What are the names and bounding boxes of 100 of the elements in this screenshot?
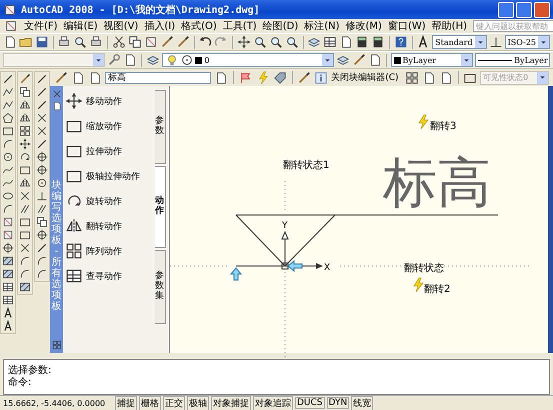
target-icon[interactable] [2, 242, 14, 254]
dimension-style-dropdown[interactable]: ISO-25 [504, 35, 550, 49]
polyline-icon[interactable] [2, 86, 14, 98]
target-icon[interactable] [36, 151, 48, 163]
palette-item[interactable]: 查寻动作 [65, 267, 153, 285]
menu-item[interactable]: 窗口(W) [388, 19, 426, 33]
rectangle-icon[interactable] [19, 164, 31, 176]
line-icon[interactable] [2, 73, 14, 85]
vertical-scrollbar[interactable] [548, 86, 553, 353]
save-icon[interactable] [35, 35, 49, 49]
hatch-icon[interactable] [19, 281, 31, 293]
brush-icon[interactable] [54, 70, 68, 84]
help-icon[interactable] [394, 35, 408, 49]
color-dropdown[interactable]: ByLayer [390, 53, 474, 67]
parallel-icon[interactable] [19, 203, 31, 215]
options-icon[interactable] [52, 340, 62, 350]
palette-tab[interactable]: 参数集 [155, 250, 166, 324]
grid-icon[interactable] [19, 125, 31, 137]
cross-icon[interactable] [36, 112, 48, 124]
palette-item[interactable]: 极轴拉伸动作 [65, 167, 153, 185]
line-icon[interactable] [36, 86, 48, 98]
layers-icon[interactable] [146, 53, 160, 67]
print-icon[interactable] [57, 35, 72, 49]
mirror-icon[interactable] [19, 99, 31, 111]
cross-icon[interactable] [19, 242, 31, 254]
help-search-field[interactable]: 键入问题以获取帮助 [473, 20, 553, 32]
menu-item[interactable]: 视图(V) [104, 19, 138, 33]
folder-icon[interactable] [19, 35, 33, 49]
rectangle-icon[interactable] [2, 125, 14, 137]
palette-item[interactable]: 拉伸动作 [65, 142, 153, 160]
layers-icon[interactable] [336, 53, 350, 67]
circle-icon[interactable] [2, 151, 14, 163]
minimize-button[interactable] [498, 2, 514, 18]
calculator-icon[interactable] [355, 35, 370, 49]
line-icon[interactable] [36, 242, 48, 254]
polygon-icon[interactable] [2, 112, 14, 124]
dimension-style-icon[interactable] [488, 35, 503, 49]
menu-item[interactable]: 帮助(H) [432, 19, 467, 33]
status-toggle-button[interactable]: 捕捉 [115, 396, 137, 410]
table-icon[interactable] [2, 294, 14, 306]
move-icon[interactable] [19, 138, 31, 150]
spline-icon[interactable] [2, 177, 14, 189]
magnify-icon[interactable] [284, 35, 299, 49]
status-toggle-button[interactable]: 栅格 [139, 396, 161, 410]
copy-icon[interactable] [128, 35, 142, 49]
hatch-icon[interactable] [2, 268, 14, 280]
close-button[interactable] [534, 2, 550, 18]
parallel-icon[interactable] [36, 203, 48, 215]
spline-icon[interactable] [2, 164, 14, 176]
status-toggle-button[interactable]: DYN [326, 397, 350, 409]
menu-item[interactable]: 工具(T) [222, 19, 257, 33]
flag-icon[interactable] [238, 70, 253, 84]
target-icon[interactable] [36, 229, 48, 241]
text-icon[interactable] [2, 307, 14, 319]
block-icon[interactable] [2, 216, 14, 228]
calculator-icon[interactable] [371, 35, 386, 49]
menu-item[interactable]: 标注(N) [304, 19, 340, 33]
rotate-icon[interactable] [19, 151, 31, 163]
menu-item[interactable]: 编辑(E) [64, 19, 98, 33]
hatch-icon[interactable] [2, 255, 14, 267]
arc-icon[interactable] [2, 138, 14, 150]
copy-icon[interactable] [36, 216, 48, 228]
text-icon[interactable] [2, 320, 14, 332]
palette-item[interactable]: 翻转动作 [65, 217, 153, 235]
block-name-field[interactable]: 标高 [105, 72, 211, 84]
magnify-icon[interactable] [73, 35, 88, 49]
magnify-icon[interactable] [268, 35, 283, 49]
rectangle-icon[interactable] [19, 229, 31, 241]
status-toggle-button[interactable]: 线宽 [351, 396, 374, 410]
maximize-button[interactable] [516, 2, 532, 18]
mirror-icon[interactable] [19, 112, 31, 124]
target-icon[interactable] [36, 164, 48, 176]
table-icon[interactable] [323, 35, 338, 49]
info-icon[interactable] [314, 70, 328, 84]
block-icon[interactable] [144, 35, 158, 49]
status-toggle-button[interactable]: 极轴 [187, 396, 209, 410]
menu-item[interactable]: 格式(O) [181, 19, 217, 33]
cross-icon[interactable] [36, 125, 48, 137]
brush-icon[interactable] [176, 35, 190, 49]
arc-icon[interactable] [2, 203, 14, 215]
arc-icon[interactable] [19, 255, 31, 267]
doc-icon[interactable] [339, 35, 354, 49]
grid-icon[interactable] [404, 70, 418, 84]
cross-icon[interactable] [19, 190, 31, 202]
palette-item[interactable]: 旋转动作 [65, 192, 153, 210]
status-toggle-button[interactable]: DUCS [295, 397, 325, 409]
polyline-icon[interactable] [2, 99, 14, 111]
close-icon[interactable] [52, 89, 62, 99]
status-toggle-button[interactable]: 对象追踪 [253, 396, 293, 410]
properties-icon[interactable] [52, 101, 62, 111]
status-toggle-button[interactable]: 正交 [163, 396, 185, 410]
layers-icon[interactable] [307, 35, 322, 49]
ellipse-icon[interactable] [2, 190, 14, 202]
arc-icon[interactable] [36, 255, 48, 267]
arc-icon[interactable] [36, 268, 48, 280]
palette-tab[interactable]: 动作 [155, 166, 166, 248]
palette-item[interactable]: 缩放动作 [65, 117, 153, 135]
menu-item[interactable]: 绘图(D) [262, 19, 298, 33]
table-icon[interactable] [2, 281, 14, 293]
layer-dropdown[interactable]: 0 [162, 53, 334, 67]
